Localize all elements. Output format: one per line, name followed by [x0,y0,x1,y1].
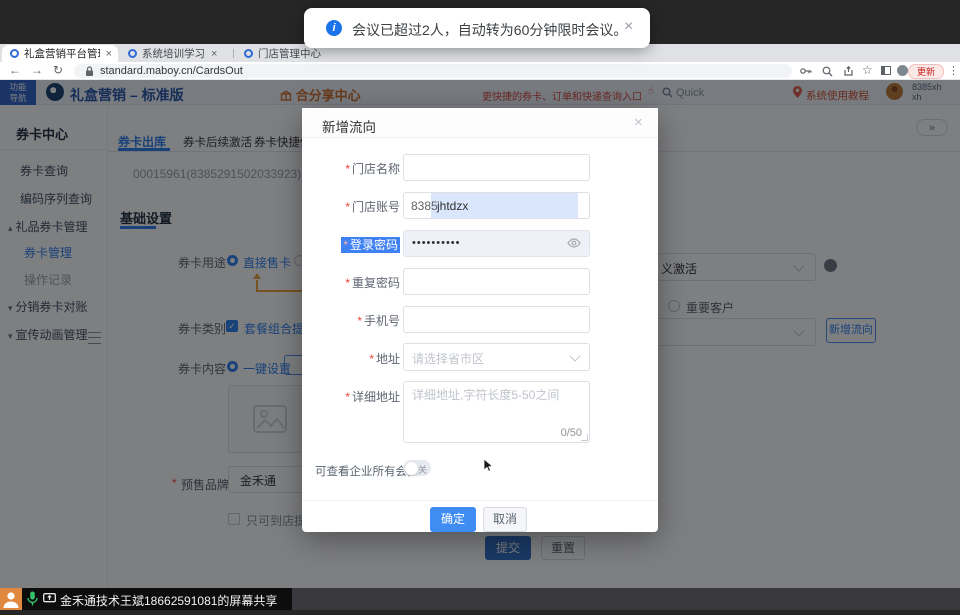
mouse-cursor-icon [483,458,494,473]
favicon-icon [128,49,137,58]
phone-input[interactable] [403,306,590,333]
toggle-knob [405,462,418,475]
cancel-button[interactable]: 取消 [483,507,527,532]
tab-separator [233,49,234,58]
account-prefix: 8385 [411,199,438,213]
required-mark: * [343,238,348,252]
confirm-button[interactable]: 确定 [430,507,476,532]
label-text: 门店账号 [352,200,400,214]
toast-close-icon[interactable]: × [624,18,633,36]
label-text: 地址 [376,352,400,366]
browser-menu-icon[interactable]: ⋮ [948,64,959,77]
share-bar-text: 金禾通技术王斌18662591081的屏幕共享 [60,592,277,609]
favicon-icon [244,49,253,58]
password-value: •••••••••• [412,237,461,249]
modal-title: 新增流向 [322,116,376,136]
url-text: standard.maboy.cn/CardsOut [100,65,243,77]
required-mark: * [345,162,350,176]
repeat-password-label: *重复密码 [310,274,400,291]
update-label: 更新 [917,65,935,78]
browser-toolbar: ← → ↻ standard.maboy.cn/CardsOut ☆ 更新 ⋮ [0,62,960,80]
tab-title: 系统培训学习 [142,46,205,61]
reading-mode-icon[interactable] [881,66,891,75]
password-label: *登录密码 [310,236,400,253]
modal-close-icon[interactable]: × [634,114,643,131]
microphone-icon[interactable] [27,591,38,606]
back-icon[interactable]: ← [9,63,21,77]
tab-title: 门店管理中心 [258,46,321,61]
phone-label: *手机号 [310,312,400,329]
label-text: 手机号 [364,314,400,328]
account-value: jhtdzx [437,199,468,213]
toggle-state: 关 [418,463,427,476]
address-placeholder: 请选择省市区 [412,350,484,367]
tab-close-icon[interactable]: × [106,48,112,60]
required-mark: * [345,200,350,214]
detail-address-label: *详细地址 [310,388,400,405]
detail-address-placeholder: 详细地址,字符长度5-50之间 [412,386,559,403]
key-icon[interactable] [800,66,812,76]
screen: 礼盒营销平台管理中心 × 系统培训学习 × 门店管理中心 × + – × ← →… [0,0,960,610]
required-mark: * [345,276,350,290]
resize-handle-icon[interactable] [581,434,588,441]
zoom-icon[interactable] [822,66,833,77]
sharer-avatar-icon [0,588,22,610]
store-name-label: *门店名称 [310,160,400,177]
meeting-toast: i 会议已超过2人，自动转为60分钟限时会议。 × [304,8,650,48]
bookmark-star-icon[interactable]: ☆ [862,63,873,77]
toast-text: 会议已超过2人，自动转为60分钟限时会议。 [352,20,627,40]
account-label: *门店账号 [310,198,400,215]
info-icon: i [326,20,342,36]
screen-share-icon[interactable] [43,593,56,604]
required-mark: * [369,352,374,366]
eye-icon[interactable] [567,238,581,248]
view-members-toggle[interactable]: 关 [403,460,431,476]
update-button[interactable]: 更新 [908,64,944,79]
favicon-icon [10,49,19,58]
label-text: 详细地址 [352,390,400,404]
account-input[interactable]: 8385 jhtdzx [403,192,590,219]
lock-icon [85,66,94,77]
char-counter: 0/50 [561,427,582,439]
modal-footer [302,500,658,532]
label-text: 重复密码 [352,276,400,290]
browser-tab-2[interactable]: 系统培训学习 × [120,45,232,62]
required-mark: * [357,314,362,328]
tab-close-icon[interactable]: × [211,48,217,60]
address-label: *地址 [310,350,400,367]
repeat-password-input[interactable] [403,268,590,295]
tab-title: 礼盒营销平台管理中心 [24,46,100,61]
reload-icon[interactable]: ↻ [53,63,63,77]
omnibox[interactable]: standard.maboy.cn/CardsOut [74,64,792,78]
forward-icon[interactable]: → [31,63,43,77]
password-input[interactable]: •••••••••• [403,230,590,257]
add-flow-modal: 新增流向 × *门店名称 *门店账号 8385 jhtdzx *登录密码 •••… [302,108,658,532]
browser-tab-1[interactable]: 礼盒营销平台管理中心 × [2,45,118,62]
label-text: 登录密码 [350,238,398,252]
label-text: 门店名称 [352,162,400,176]
profile-avatar-icon[interactable] [897,65,908,76]
screen-share-bar: 金禾通技术王斌18662591081的屏幕共享 [0,588,960,610]
store-name-input[interactable] [403,154,590,181]
required-mark: * [345,390,350,404]
detail-address-textarea[interactable]: 详细地址,字符长度5-50之间 0/50 [403,381,590,443]
share-icon[interactable] [843,66,854,77]
address-select[interactable]: 请选择省市区 [403,343,590,371]
